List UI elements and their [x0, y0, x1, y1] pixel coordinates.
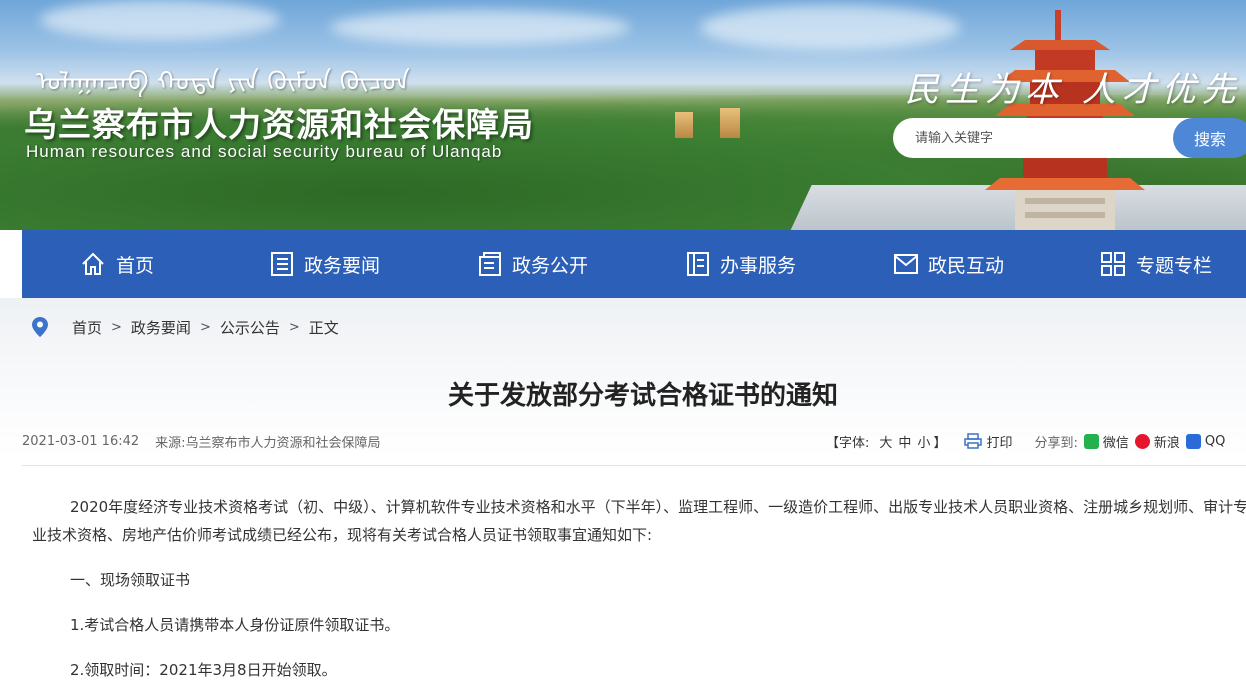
weibo-icon	[1134, 433, 1150, 449]
pagoda-illustration	[985, 10, 1145, 230]
breadcrumb-notices[interactable]: 公示公告	[220, 317, 280, 338]
nav-item-label: 办事服务	[720, 254, 797, 277]
search-button[interactable]: 搜索	[1173, 118, 1246, 158]
nav-item-home[interactable]: 首页	[80, 230, 154, 298]
service-icon	[687, 252, 709, 276]
font-size-small[interactable]: 小	[917, 432, 930, 451]
search-bar: 搜索	[893, 118, 1246, 158]
article-paragraph: 2020年度经济专业技术资格考试（初、中级）、计算机软件专业技术资格和水平（下半…	[32, 498, 1246, 544]
cloud	[40, 0, 280, 40]
share-qq[interactable]: QQ	[1185, 433, 1226, 449]
breadcrumb-separator: >	[288, 319, 300, 335]
home-icon	[82, 252, 104, 275]
print-button[interactable]: 打印	[964, 432, 1012, 451]
article-section-heading: 一、现场领取证书	[70, 571, 191, 589]
font-size-large[interactable]: 大	[879, 432, 892, 451]
breadcrumb-current: 正文	[308, 318, 339, 337]
share-wechat[interactable]: 微信	[1083, 432, 1129, 451]
breadcrumb-separator: >	[111, 319, 122, 335]
location-pin-icon	[32, 317, 48, 337]
publish-date: 2021-03-01 16:42	[22, 433, 140, 449]
cloud	[700, 5, 960, 50]
nav-item-label: 专题专栏	[1136, 254, 1213, 277]
building	[720, 108, 740, 138]
nav-item-news[interactable]: 政务要闻	[270, 230, 380, 298]
wechat-icon	[1083, 433, 1099, 449]
article-content: 2020年度经济专业技术资格考试（初、中级）、计算机软件专业技术资格和水平（下半…	[32, 493, 1246, 697]
mongolian-title: ᠤᠯᠠᠭᠠᠨᠴᠠᠪ ᠬᠣᠲᠠ ᠶᠢᠨ ᠬᠦᠮᠦᠨ ᠬᠦᠴᠦᠨ	[36, 67, 411, 97]
article-tools: 【字体: 大 中 小 】 打印 分享到: 微信 新浪 QQ	[826, 431, 1225, 451]
font-size-label: 【字体:	[826, 435, 870, 451]
article-paragraph: 1.考试合格人员请携带本人身份证原件领取证书。	[70, 616, 400, 634]
article-paragraph: 2.领取时间：2021年3月8日开始领取。	[70, 661, 337, 679]
cloud	[330, 10, 630, 45]
article-title: 关于发放部分考试合格证书的通知	[447, 381, 838, 411]
print-label: 打印	[986, 435, 1013, 451]
nav-item-label: 政务公开	[512, 254, 589, 277]
share-wechat-label: 微信	[1102, 435, 1129, 451]
printer-icon	[964, 433, 983, 449]
article-meta: 2021-03-01 16:42 来源: 乌兰察布市人力资源和社会保障局	[22, 431, 381, 451]
building	[675, 112, 693, 138]
grid-icon	[1101, 252, 1125, 276]
share-label: 分享到:	[1034, 435, 1078, 451]
breadcrumb: 首页 > 政务要闻 > 公示公告 > 正文	[32, 316, 339, 338]
nav-item-services[interactable]: 办事服务	[686, 230, 796, 298]
breadcrumb-home[interactable]: 首页	[72, 317, 102, 338]
font-size-medium[interactable]: 中	[898, 432, 911, 451]
qq-icon	[1185, 433, 1201, 449]
meta-divider	[22, 465, 1246, 466]
source-label: 来源:	[155, 435, 186, 451]
nav-item-label: 政民互动	[928, 254, 1005, 277]
share-weibo-label: 新浪	[1153, 435, 1180, 451]
font-size-close: 】	[933, 435, 947, 451]
nav-item-label: 首页	[116, 254, 155, 277]
news-list-icon	[271, 252, 293, 276]
nav-item-interaction[interactable]: 政民互动	[894, 230, 1004, 298]
breadcrumb-news[interactable]: 政务要闻	[131, 317, 191, 338]
header-banner: ᠤᠯᠠᠭᠠᠨᠴᠠᠪ ᠬᠣᠲᠠ ᠶᠢᠨ ᠬᠦᠮᠦᠨ ᠬᠦᠴᠦᠨ 乌兰察布市人力资源…	[0, 0, 1246, 230]
source-value: 乌兰察布市人力资源和社会保障局	[185, 435, 381, 451]
search-input[interactable]	[893, 118, 1193, 158]
share-qq-label: QQ	[1204, 433, 1226, 449]
site-title: 乌兰察布市人力资源和社会保障局	[24, 105, 534, 144]
nav-item-topics[interactable]: 专题专栏	[1100, 230, 1212, 298]
main-nav: 首页 政务要闻 政务公开 办事服务 政民互动 专题专栏	[22, 230, 1246, 298]
share-weibo[interactable]: 新浪	[1134, 432, 1180, 451]
breadcrumb-separator: >	[199, 319, 211, 335]
mail-icon	[894, 254, 918, 274]
nav-item-open-affairs[interactable]: 政务公开	[478, 230, 588, 298]
site-subtitle: Human resources and social security bure…	[26, 142, 503, 161]
nav-item-label: 政务要闻	[304, 254, 381, 277]
open-affairs-icon	[479, 252, 501, 276]
slogan: 民生为本 人才优先	[905, 70, 1242, 110]
